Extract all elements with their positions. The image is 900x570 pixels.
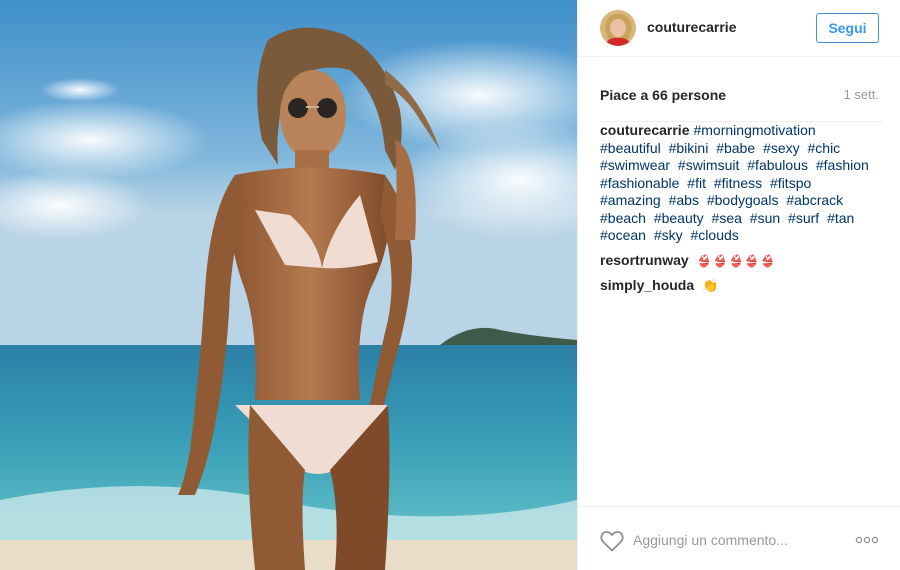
hashtag-link[interactable]: #clouds: [691, 227, 739, 243]
post-time[interactable]: 1 sett.: [844, 87, 879, 102]
hashtag-link[interactable]: #bodygoals: [707, 192, 779, 208]
hashtag-link[interactable]: #ocean: [600, 227, 646, 243]
hashtag-link[interactable]: #beautiful: [600, 140, 661, 156]
hashtag-link[interactable]: #swimsuit: [678, 157, 739, 173]
post-side-panel: couturecarrie Segui Piace a 66 persone 1…: [577, 0, 900, 570]
likes-count[interactable]: Piace a 66 persone: [600, 87, 726, 103]
comment-item: simply_houda 👏: [600, 277, 883, 296]
hashtag-link[interactable]: #morningmotivation: [693, 122, 815, 138]
likes-row: Piace a 66 persone 1 sett.: [600, 85, 879, 105]
hashtag-link[interactable]: #beach: [600, 210, 646, 226]
hashtag-link[interactable]: #sexy: [763, 140, 800, 156]
follow-button[interactable]: Segui: [816, 13, 879, 43]
post-container: couturecarrie Segui Piace a 66 persone 1…: [0, 0, 900, 570]
hashtag-link[interactable]: #chic: [808, 140, 841, 156]
hashtag-link[interactable]: #fitspo: [770, 175, 811, 191]
hashtag-link[interactable]: #sea: [712, 210, 742, 226]
hashtag-link[interactable]: #tan: [827, 210, 854, 226]
comment-author[interactable]: simply_houda: [600, 277, 694, 293]
comment-author[interactable]: resortrunway: [600, 252, 689, 268]
hashtag-link[interactable]: #beauty: [654, 210, 704, 226]
hashtag-link[interactable]: #babe: [716, 140, 755, 156]
hashtag-link[interactable]: #fitness: [714, 175, 762, 191]
beach-photo-illustration: [0, 0, 577, 570]
hashtag-link[interactable]: #amazing: [600, 192, 661, 208]
hashtag-link[interactable]: #fashion: [816, 157, 869, 173]
hashtag-link[interactable]: #surf: [788, 210, 819, 226]
avatar[interactable]: [600, 10, 636, 46]
comment-item: resortrunway 👙👙👙👙👙: [600, 252, 883, 271]
post-footer: [578, 506, 900, 570]
hashtag-link[interactable]: #abcrack: [786, 192, 843, 208]
hashtag-link[interactable]: #bikini: [669, 140, 709, 156]
caption-author[interactable]: couturecarrie: [600, 122, 689, 138]
clap-emoji-icon: 👏: [702, 279, 719, 294]
hashtag-link[interactable]: #fit: [687, 175, 706, 191]
heart-outline-icon[interactable]: [600, 530, 624, 552]
caption-comment: couturecarrie #morningmotivation #beautif…: [600, 122, 883, 245]
more-options-icon[interactable]: [854, 532, 880, 548]
hashtag-link[interactable]: #sky: [654, 227, 683, 243]
hashtag-link[interactable]: #abs: [669, 192, 699, 208]
profile-picture-icon: [600, 10, 636, 46]
hashtag-list: #morningmotivation #beautiful #bikini #b…: [600, 122, 873, 243]
bikini-emoji-icon: 👙👙👙👙👙: [696, 253, 777, 268]
add-comment-input[interactable]: [633, 529, 833, 551]
post-photo[interactable]: [0, 0, 577, 570]
hashtag-link[interactable]: #sun: [750, 210, 780, 226]
post-header: couturecarrie Segui: [578, 0, 900, 57]
comments-list: couturecarrie #morningmotivation #beautif…: [600, 121, 883, 303]
hashtag-link[interactable]: #swimwear: [600, 157, 670, 173]
post-username[interactable]: couturecarrie: [647, 19, 736, 35]
hashtag-link[interactable]: #fabulous: [747, 157, 808, 173]
hashtag-link[interactable]: #fashionable: [600, 175, 679, 191]
